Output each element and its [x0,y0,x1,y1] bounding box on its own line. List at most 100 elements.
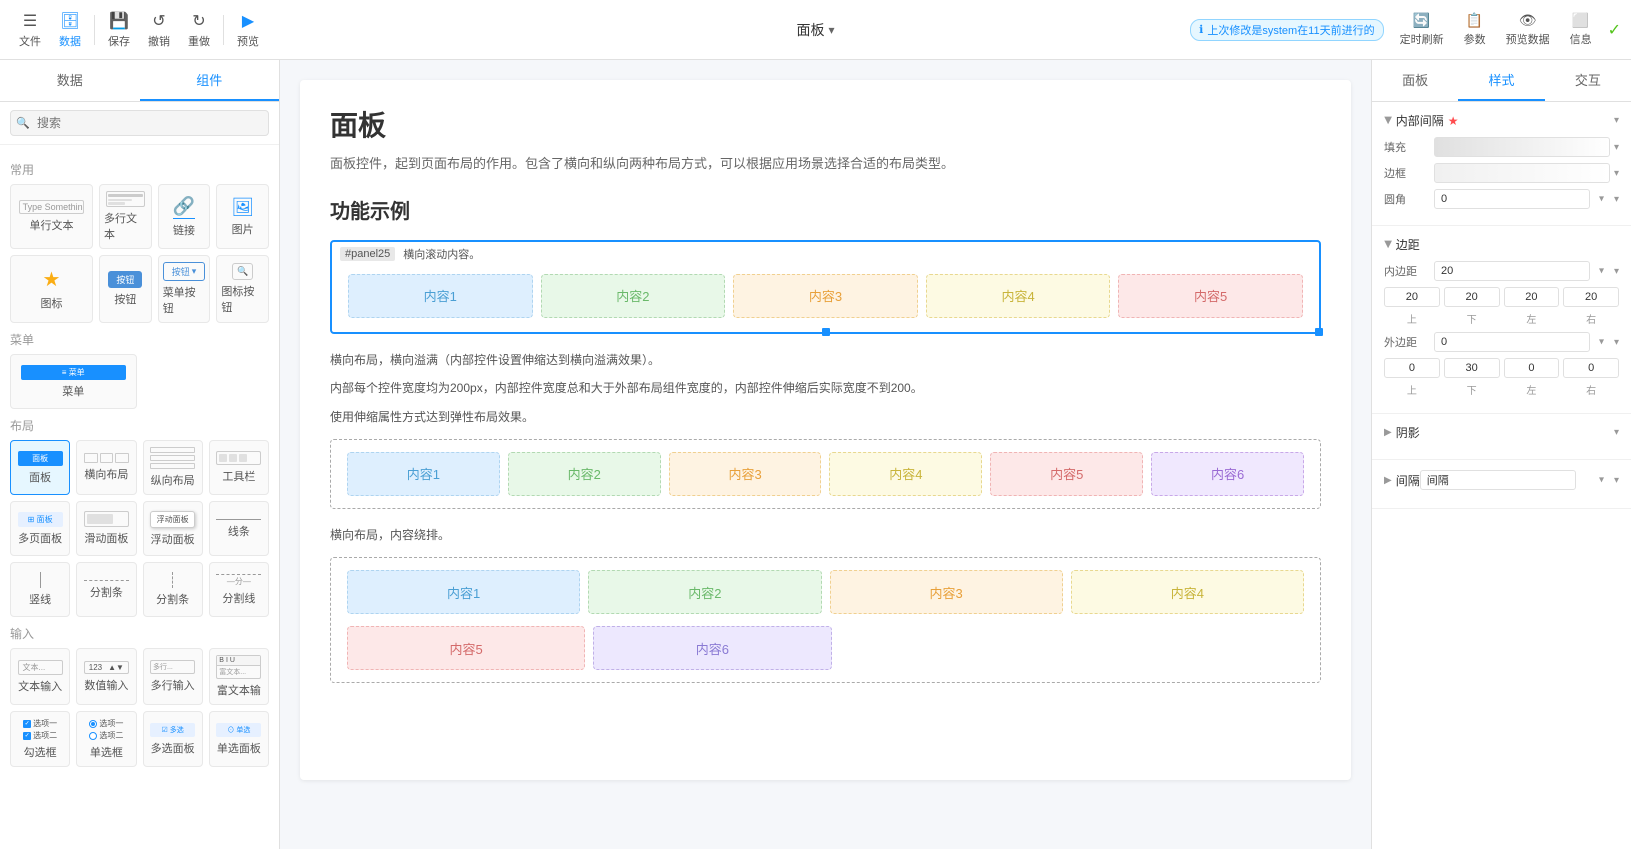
tab-panel[interactable]: 面板 [1372,60,1458,101]
interact-btn[interactable]: ⬜ 信息 [1562,8,1600,51]
params-btn[interactable]: 📋 参数 [1456,8,1494,51]
comp-link[interactable]: 🔗 链接 [158,184,211,249]
right-content: ▶ 内部间隔 ★ ▾ 填充 ▾ 边框 ▾ [1372,102,1631,849]
spacing-title: ▶ 间隔 [1384,472,1420,489]
comp-icon-btn[interactable]: 🔍 图标按钮 [216,255,269,323]
search-input[interactable] [10,110,269,136]
comp-rich-text[interactable]: BIU 富文本... 富文本输 [209,648,269,705]
comp-single-radio[interactable]: ⊙ 单选 单选面板 [209,711,269,767]
content-5[interactable]: 内容5 [1118,274,1303,318]
comp-label: 多选面板 [151,740,195,756]
preview-data-btn[interactable]: 👁 预览数据 [1498,8,1558,51]
resize-handle-corner[interactable] [1315,328,1323,336]
toolbar-divider-1 [94,15,95,45]
tab-components[interactable]: 组件 [140,60,280,101]
outer-top-input[interactable] [1384,358,1440,378]
prop-shadow: ▶ 阴影 ▾ [1372,414,1631,460]
inner-left-input[interactable] [1504,287,1560,307]
content-1[interactable]: 内容1 [348,274,533,318]
panel-demo-3[interactable]: 内容1 内容2 内容3 内容4 内容5 内容6 [330,557,1321,683]
data-btn[interactable]: 🗄 数据 [50,7,90,53]
canvas-area[interactable]: 面板 面板控件，起到页面布局的作用。包含了横向和纵向两种布局方式，可以根据应用场… [280,60,1371,849]
outer-margin-value[interactable] [1434,332,1590,352]
title-arrow-icon[interactable]: ▾ [828,23,834,37]
spacing-value[interactable] [1420,470,1576,490]
outer-bottom-input[interactable] [1444,358,1500,378]
outer-right-input[interactable] [1563,358,1619,378]
desc-line-1: 横向布局，横向溢满（内部控件设置伸缩达到横向溢满效果）。 [330,350,1321,370]
tab-data[interactable]: 数据 [0,60,140,101]
comp-multi-text[interactable]: 多行文本 [99,184,152,249]
comp-text-input[interactable]: 文本... 文本输入 [10,648,70,705]
comp-vbox[interactable]: 纵向布局 [143,440,203,495]
content-d3-1[interactable]: 内容1 [347,570,580,614]
comp-divider-h[interactable]: 分割条 [76,562,136,617]
content-4[interactable]: 内容4 [926,274,1111,318]
save-icon: 💾 [109,11,129,31]
preview-btn[interactable]: ▶ 预览 [228,7,268,53]
panel-demo-1[interactable]: #panel25 横向滚动内容。 内容1 内容2 内容3 内容4 内容5 [330,240,1321,334]
content-d3-5[interactable]: 内容5 [347,626,585,670]
content-d3-3[interactable]: 内容3 [830,570,1063,614]
content-d2-4[interactable]: 内容4 [829,452,982,496]
border-preview[interactable] [1434,163,1610,183]
comp-float[interactable]: 浮动面板 浮动面板 [143,501,203,556]
inner-bottom-input[interactable] [1444,287,1500,307]
inner-margin-value[interactable] [1434,261,1590,281]
content-3[interactable]: 内容3 [733,274,918,318]
corner-input[interactable] [1434,189,1590,209]
comp-single-text[interactable]: Type Something 单行文本 [10,184,93,249]
content-2[interactable]: 内容2 [541,274,726,318]
comp-label: 勾选框 [24,744,57,760]
shadow-header[interactable]: ▶ 阴影 ▾ [1384,424,1619,441]
comp-multi-checkbox[interactable]: ☑ 多选 多选面板 [143,711,203,767]
content-d2-1[interactable]: 内容1 [347,452,500,496]
comp-multipage[interactable]: ⊞ 面板 多页面板 [10,501,70,556]
inner-top-input[interactable] [1384,287,1440,307]
refresh-btn[interactable]: 🔄 定时刷新 [1392,8,1452,51]
comp-icon[interactable]: ★ 图标 [10,255,93,323]
comp-checkbox[interactable]: ✓ 选项一 ✓ 选项二 勾选框 [10,711,70,767]
content-d3-6[interactable]: 内容6 [593,626,831,670]
tab-interact[interactable]: 交互 [1545,60,1631,101]
inner-padding-header[interactable]: ▶ 内部间隔 ★ ▾ [1384,112,1619,129]
comp-radio[interactable]: 选项一 选项二 单选框 [76,711,136,767]
undo-btn[interactable]: ↺ 撤销 [139,7,179,53]
comp-menu[interactable]: ≡ 菜单 菜单 [10,354,137,409]
margin-header[interactable]: ▶ 边距 [1384,236,1619,253]
toolbar-left: ☰ 文件 🗄 数据 💾 保存 ↺ 撤销 ↻ 重做 ▶ 预览 [10,7,268,53]
comp-number-input[interactable]: 123▲▼ 数值输入 [76,648,136,705]
comp-toolbar[interactable]: 工具栏 [209,440,269,495]
comp-vline[interactable]: 竖线 [10,562,70,617]
resize-handle-bottom[interactable] [822,328,830,336]
redo-icon: ↻ [192,11,205,31]
file-btn[interactable]: ☰ 文件 [10,7,50,53]
content-d3-2[interactable]: 内容2 [588,570,821,614]
comp-hbox[interactable]: 横向布局 [76,440,136,495]
desc-2-line-1: 横向布局，内容绕排。 [330,525,1321,545]
content-d2-5[interactable]: 内容5 [990,452,1143,496]
panel-demo-2[interactable]: 内容1 内容2 内容3 内容4 内容5 内容6 [330,439,1321,509]
sidebar-tabs: 数据 组件 [0,60,279,102]
content-d2-3[interactable]: 内容3 [669,452,822,496]
fill-gradient[interactable] [1434,137,1610,157]
comp-button[interactable]: 按钮 按钮 [99,255,152,323]
comp-panel[interactable]: 面板 面板 [10,440,70,495]
content-d3-4[interactable]: 内容4 [1071,570,1304,614]
comp-menu-btn[interactable]: 按钮 ▾ 菜单按钮 [158,255,211,323]
comp-divider-text[interactable]: —分— 分割线 [209,562,269,617]
corner-row: 圆角 ▾ [1384,189,1619,209]
redo-btn[interactable]: ↻ 重做 [179,7,219,53]
outer-left-input[interactable] [1504,358,1560,378]
save-btn[interactable]: 💾 保存 [99,7,139,53]
content-d2-2[interactable]: 内容2 [508,452,661,496]
comp-image[interactable]: 🖼 图片 [216,184,269,249]
comp-linebar[interactable]: 线条 [209,501,269,556]
content-d2-6[interactable]: 内容6 [1151,452,1304,496]
inner-right-input[interactable] [1563,287,1619,307]
tab-style[interactable]: 样式 [1458,60,1544,101]
comp-multi-input[interactable]: 多行... 多行输入 [143,648,203,705]
comp-scroll[interactable]: 滑动面板 [76,501,136,556]
comp-divider-v[interactable]: 分割条 [143,562,203,617]
spacing-header[interactable]: ▶ 间隔 ▾ [1384,470,1619,490]
